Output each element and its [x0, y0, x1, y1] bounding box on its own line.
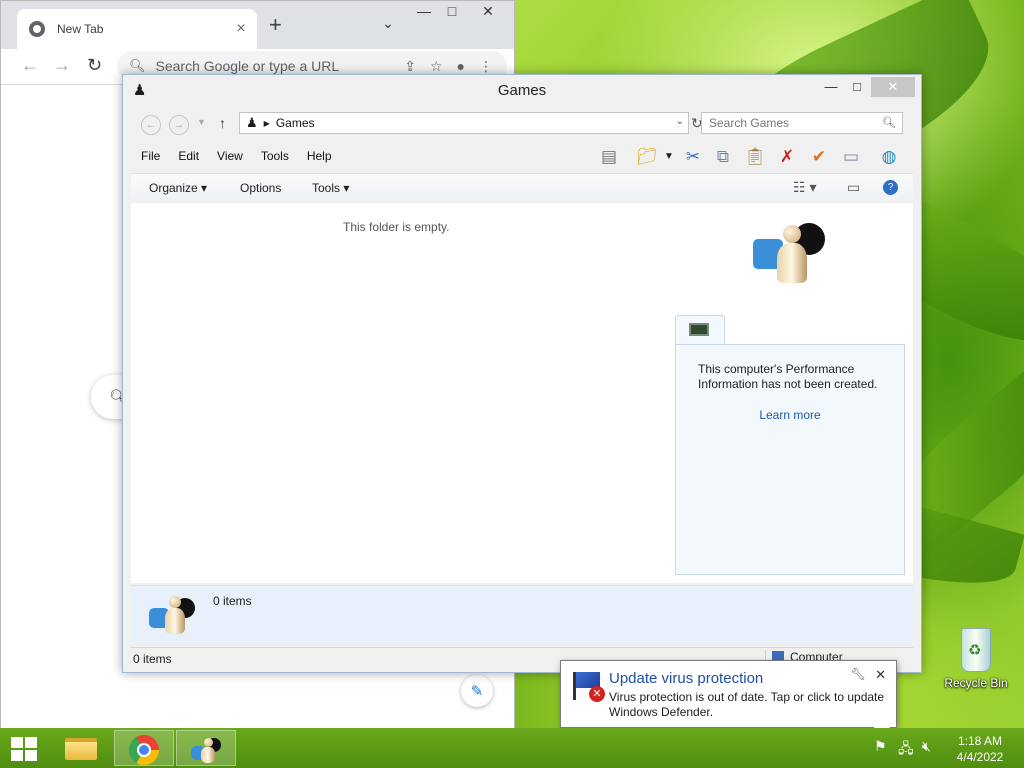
status-item-count: 0 items	[133, 652, 172, 666]
action-center-flag-icon[interactable]: ⚑	[874, 738, 887, 755]
games-explorer-window[interactable]: ♟ Games — □ ✕ ← → ▼ ↑ ♟ ▶ Games ⌄ ↻ Sear…	[122, 74, 922, 673]
search-placeholder: Search Games	[709, 116, 790, 130]
maximize-button[interactable]: □	[843, 77, 871, 97]
back-arrow-icon[interactable]: ←	[21, 55, 39, 76]
performance-info-panel: This computer's Performance Information …	[675, 315, 905, 577]
recent-locations-chevron-icon[interactable]: ▼	[197, 117, 206, 127]
monitor-icon	[689, 323, 709, 336]
chrome-icon	[129, 735, 159, 765]
address-bar[interactable]: ♟ ▶ Games ⌄	[239, 112, 689, 134]
address-dropdown-icon[interactable]: ⌄	[676, 116, 684, 127]
breadcrumb-separator-icon: ▶	[263, 118, 270, 128]
volume-muted-icon[interactable]: 🔇︎	[922, 738, 931, 755]
menu-tools[interactable]: Tools	[259, 147, 291, 167]
chrome-tab-favicon-icon	[29, 21, 45, 37]
new-tab-button[interactable]: +	[269, 14, 282, 36]
search-games-input[interactable]: Search Games 🔍︎	[701, 112, 903, 134]
games-icon	[191, 735, 224, 764]
taskbar-games[interactable]	[176, 730, 236, 766]
help-icon[interactable]: ?	[883, 180, 898, 195]
close-tab-icon[interactable]: ×	[231, 20, 251, 38]
chrome-tab-new-tab[interactable]: New Tab ×	[17, 9, 257, 49]
delete-x-icon[interactable]: ✗	[775, 145, 799, 169]
clock-time: 1:18 AM	[957, 734, 1003, 748]
organize-button[interactable]: Organize ▾	[149, 181, 207, 195]
profile-avatar-icon[interactable]: ●	[457, 58, 465, 74]
games-logo-icon	[149, 592, 203, 638]
address-row: ← → ▼ ↑ ♟ ▶ Games ⌄ ↻ Search Games 🔍︎	[131, 112, 911, 136]
notification-body: Virus protection is out of date. Tap or …	[609, 690, 885, 719]
recycle-bin-shortcut[interactable]: Recycle Bin	[940, 628, 1012, 690]
search-icon: 🔍︎	[129, 58, 146, 73]
taskbar-file-explorer[interactable]	[50, 730, 110, 766]
recycle-bin-label: Recycle Bin	[944, 676, 1008, 690]
cut-scissors-icon[interactable]: ✂	[681, 145, 705, 169]
system-clock[interactable]: 1:18 AM 4/4/2022	[944, 733, 1016, 765]
chrome-tab-title: New Tab	[57, 22, 104, 36]
virus-protection-notification[interactable]: ✕ Update virus protection Virus protecti…	[560, 660, 897, 728]
performance-info-text: This computer's Performance Information …	[698, 362, 878, 391]
file-explorer-icon	[65, 738, 97, 760]
icon-toolbar: ▤ 📁︎ ▼ ✂ ⧉ 📋︎ ✗ ✔ ▭ ◍	[593, 145, 913, 171]
taskbar-chrome[interactable]	[114, 730, 174, 766]
omnibox-placeholder: Search Google or type a URL	[155, 58, 340, 74]
customize-pencil-icon[interactable]: ✎	[461, 675, 493, 707]
window-title: Games	[497, 82, 547, 99]
share-network-icon[interactable]: ◍	[877, 145, 901, 169]
learn-more-link[interactable]: Learn more	[676, 408, 904, 422]
up-arrow-icon[interactable]: ↑	[219, 115, 226, 131]
games-logo-icon	[749, 216, 839, 289]
action-center-flag-icon: ✕	[571, 670, 605, 702]
folder-options-icon[interactable]: 📁︎	[635, 145, 659, 169]
search-icon: 🔍︎	[882, 117, 896, 129]
paste-clipboard-icon[interactable]: 📋︎	[743, 145, 767, 169]
share-icon[interactable]: ⇪	[404, 58, 416, 75]
reload-icon[interactable]: ↻	[87, 55, 102, 76]
bookmark-star-icon[interactable]: ☆	[430, 58, 443, 75]
menu-file[interactable]: File	[139, 147, 162, 167]
close-notification-icon[interactable]: ✕	[875, 667, 886, 683]
close-window-button[interactable]: ✕	[473, 3, 503, 20]
file-list-area[interactable]: This folder is empty. This computer's Pe…	[131, 203, 913, 583]
chrome-tab-strip: New Tab × + ⌄ — □ ✕	[1, 1, 514, 49]
tab-search-chevron-icon[interactable]: ⌄	[373, 15, 403, 32]
clock-date: 4/4/2022	[956, 750, 1004, 764]
forward-arrow-icon[interactable]: →	[53, 55, 71, 76]
rename-icon[interactable]: ▭	[839, 145, 863, 169]
back-arrow-icon[interactable]: ←	[141, 115, 161, 135]
minimize-button[interactable]: —	[409, 3, 439, 19]
minimize-button[interactable]: —	[817, 77, 845, 97]
tools-button[interactable]: Tools ▾	[312, 181, 349, 195]
close-button[interactable]: ✕	[871, 77, 915, 97]
copy-icon[interactable]: ⧉	[711, 145, 735, 169]
menu-edit[interactable]: Edit	[176, 147, 201, 167]
layout-pane-icon[interactable]: ▤	[597, 145, 621, 169]
games-icon: ♟	[246, 115, 258, 130]
maximize-button[interactable]: □	[437, 3, 467, 19]
menu-view[interactable]: View	[215, 147, 245, 167]
folder-options-chevron-icon[interactable]: ▼	[657, 145, 681, 169]
notification-title: Update virus protection	[609, 670, 764, 687]
details-pane: 0 items	[131, 585, 913, 643]
change-view-icon[interactable]: ☷ ▾	[793, 179, 816, 196]
empty-folder-message: This folder is empty.	[343, 220, 450, 234]
taskbar: ⚑ 🖧︎ 🔇︎ 1:18 AM 4/4/2022	[0, 728, 1024, 768]
network-icon[interactable]: 🖧︎	[898, 738, 914, 762]
title-bar[interactable]: ♟ Games — □ ✕	[123, 75, 921, 105]
menu-kebab-icon[interactable]: ⋮	[479, 58, 493, 75]
performance-info-box: This computer's Performance Information …	[675, 344, 905, 575]
menu-help[interactable]: Help	[305, 147, 334, 167]
recycle-bin-icon	[961, 628, 991, 672]
menu-bar: File Edit View Tools Help	[131, 147, 348, 167]
properties-check-icon[interactable]: ✔	[807, 145, 831, 169]
windows-start-icon[interactable]	[8, 735, 40, 761]
details-item-count: 0 items	[213, 594, 252, 608]
performance-tab[interactable]	[675, 315, 725, 345]
options-button[interactable]: Options	[240, 181, 281, 195]
preview-pane-icon[interactable]: ▭	[847, 179, 860, 196]
command-bar: Organize ▾ Options Tools ▾ ☷ ▾ ▭ ?	[131, 173, 913, 201]
forward-arrow-icon[interactable]: →	[169, 115, 189, 135]
breadcrumb-games[interactable]: Games	[276, 116, 315, 130]
wrench-icon[interactable]: 🔧︎	[851, 667, 866, 681]
